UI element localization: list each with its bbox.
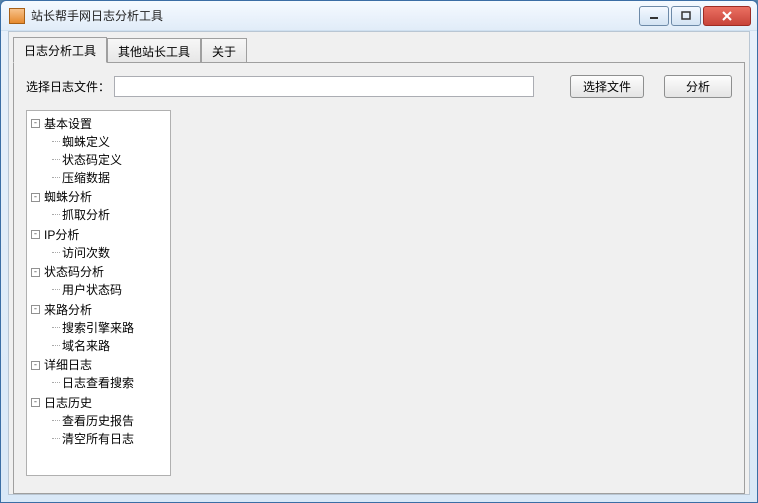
app-window: 站长帮手网日志分析工具 日志分析工具其他站长工具关于 选择日志文件： 选择文件 …	[0, 0, 758, 503]
tab-panel-log-analysis: 选择日志文件： 选择文件 分析 -基本设置蜘蛛定义状态码定义压缩数据-蜘蛛分析抓…	[13, 62, 745, 494]
tree-node-label: 日志历史	[44, 395, 92, 411]
tree-node-label: 状态码定义	[62, 152, 122, 168]
collapse-icon[interactable]: -	[31, 268, 40, 277]
maximize-button[interactable]	[671, 6, 701, 26]
file-label: 选择日志文件：	[26, 78, 110, 95]
tree-node[interactable]: 蜘蛛定义	[63, 133, 170, 151]
tree-node[interactable]: 查看历史报告	[63, 412, 170, 430]
titlebar[interactable]: 站长帮手网日志分析工具	[1, 1, 757, 31]
tree-node[interactable]: -基本设置	[45, 115, 170, 133]
collapse-icon[interactable]: -	[31, 119, 40, 128]
tree-node-label: 搜索引擎来路	[62, 320, 134, 336]
collapse-icon[interactable]: -	[31, 193, 40, 202]
tree-node-label: 来路分析	[44, 302, 92, 318]
tab-strip: 日志分析工具其他站长工具关于	[9, 32, 749, 62]
tree-node-label: 蜘蛛定义	[62, 134, 110, 150]
file-picker-row: 选择日志文件： 选择文件 分析	[26, 75, 732, 98]
collapse-icon[interactable]: -	[31, 230, 40, 239]
collapse-icon[interactable]: -	[31, 398, 40, 407]
tree-node-label: 域名来路	[62, 338, 110, 354]
tree-node[interactable]: 压缩数据	[63, 169, 170, 187]
client-area: 日志分析工具其他站长工具关于 选择日志文件： 选择文件 分析 -基本设置蜘蛛定义…	[8, 31, 750, 495]
tree-node-label: 状态码分析	[44, 264, 104, 280]
tab-1[interactable]: 其他站长工具	[107, 38, 201, 63]
tree-node-label: IP分析	[44, 227, 79, 243]
app-icon	[9, 8, 25, 24]
tree-node[interactable]: -蜘蛛分析	[45, 188, 170, 206]
tree-node[interactable]: 搜索引擎来路	[63, 319, 170, 337]
tree-node-label: 日志查看搜索	[62, 375, 134, 391]
close-button[interactable]	[703, 6, 751, 26]
tree-node[interactable]: -来路分析	[45, 301, 170, 319]
tree-node[interactable]: 日志查看搜索	[63, 374, 170, 392]
window-title: 站长帮手网日志分析工具	[31, 7, 639, 24]
tree-node-label: 蜘蛛分析	[44, 189, 92, 205]
tree-node[interactable]: 状态码定义	[63, 151, 170, 169]
tree-node-label: 访问次数	[62, 245, 110, 261]
tree-node[interactable]: 抓取分析	[63, 206, 170, 224]
tree-node[interactable]: 域名来路	[63, 337, 170, 355]
tree-node-label: 基本设置	[44, 116, 92, 132]
tree-node[interactable]: -IP分析	[45, 226, 170, 244]
tree-node[interactable]: 清空所有日志	[63, 430, 170, 448]
tree-node[interactable]: -日志历史	[45, 394, 170, 412]
window-buttons	[639, 6, 751, 26]
tree-node-label: 抓取分析	[62, 207, 110, 223]
minimize-button[interactable]	[639, 6, 669, 26]
log-file-input[interactable]	[114, 76, 534, 97]
tree-node-label: 压缩数据	[62, 170, 110, 186]
tab-0[interactable]: 日志分析工具	[13, 37, 107, 63]
collapse-icon[interactable]: -	[31, 305, 40, 314]
category-tree[interactable]: -基本设置蜘蛛定义状态码定义压缩数据-蜘蛛分析抓取分析-IP分析访问次数-状态码…	[26, 110, 171, 476]
tree-node[interactable]: 用户状态码	[63, 281, 170, 299]
collapse-icon[interactable]: -	[31, 361, 40, 370]
tab-2[interactable]: 关于	[201, 38, 247, 63]
tree-node-label: 清空所有日志	[62, 431, 134, 447]
tree-node[interactable]: -详细日志	[45, 356, 170, 374]
tree-node[interactable]: -状态码分析	[45, 263, 170, 281]
tree-node-label: 用户状态码	[62, 282, 122, 298]
tree-node-label: 查看历史报告	[62, 413, 134, 429]
tree-node[interactable]: 访问次数	[63, 244, 170, 262]
analyze-button[interactable]: 分析	[664, 75, 732, 98]
tree-node-label: 详细日志	[44, 357, 92, 373]
browse-button[interactable]: 选择文件	[570, 75, 644, 98]
